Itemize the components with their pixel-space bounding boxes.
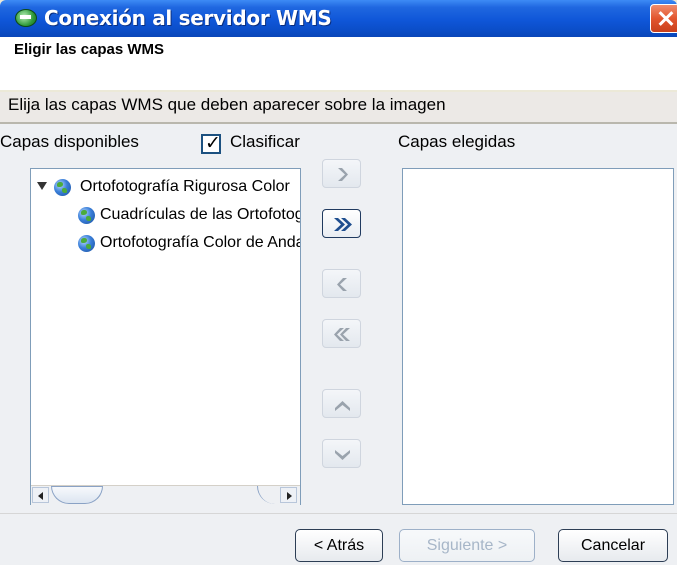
move-down-button[interactable]: [322, 439, 361, 468]
sort-checkbox[interactable]: [201, 132, 221, 154]
horizontal-scrollbar[interactable]: [31, 485, 300, 505]
chevron-up-icon: [335, 401, 350, 411]
wms-connection-dialog: Conexión al servidor WMS Eligir las capa…: [0, 0, 677, 565]
tree-item-label: Ortofotografía Color de Andalucía: [100, 234, 300, 251]
sort-checkbox-label[interactable]: Clasificar: [230, 132, 300, 152]
chevron-right-icon: [338, 168, 348, 181]
junta-andalucia-icon: [15, 9, 37, 27]
globe-icon: [78, 207, 95, 224]
step-title: Eligir las capas WMS: [14, 41, 165, 58]
tree-item-label: Ortofotografía Rigurosa Color: [80, 178, 290, 195]
title-bar[interactable]: Conexión al servidor WMS: [0, 0, 677, 37]
scroll-left-icon[interactable]: [32, 487, 49, 503]
wizard-header: Eligir las capas WMS: [0, 37, 677, 90]
chosen-layers-label: Capas elegidas: [398, 132, 516, 151]
globe-icon: [54, 179, 71, 196]
tree-item[interactable]: Ortofotografía Rigurosa Color: [37, 178, 300, 200]
move-up-button[interactable]: [322, 389, 361, 418]
tree-item[interactable]: Cuadrículas de las Ortofotografías: [37, 206, 300, 228]
footer-separator: [0, 513, 677, 514]
remove-one-button[interactable]: [322, 269, 361, 298]
window-title: Conexión al servidor WMS: [44, 6, 332, 30]
double-chevron-left-icon: [334, 328, 350, 341]
globe-icon: [78, 235, 95, 252]
tree-viewport: Ortofotografía Rigurosa Color Cuadrícula…: [31, 169, 300, 484]
scrollbar-track-end: [257, 486, 278, 504]
remove-all-button[interactable]: [322, 319, 361, 348]
tree-item-label: Cuadrículas de las Ortofotografías: [100, 206, 300, 223]
add-all-button[interactable]: [322, 209, 361, 238]
close-icon[interactable]: [650, 4, 677, 33]
tree-item[interactable]: Ortofotografía Color de Andalucía: [37, 234, 300, 256]
next-button[interactable]: Siguiente >: [399, 529, 535, 562]
chevron-down-icon: [335, 450, 350, 460]
scrollbar-thumb[interactable]: [51, 486, 103, 504]
chevron-left-icon: [337, 278, 347, 291]
available-layers-label: Capas disponibles: [0, 132, 139, 151]
expand-arrow-icon[interactable]: [37, 182, 47, 190]
cancel-button[interactable]: Cancelar: [558, 529, 668, 562]
double-chevron-right-icon: [334, 218, 352, 231]
chosen-layers-list[interactable]: [402, 168, 674, 505]
add-one-button[interactable]: [322, 159, 361, 188]
step-description: Elija las capas WMS que deben aparecer s…: [8, 95, 446, 114]
back-button[interactable]: < Atrás: [295, 529, 383, 562]
available-layers-tree[interactable]: Ortofotografía Rigurosa Color Cuadrícula…: [30, 168, 301, 505]
scroll-right-icon[interactable]: [280, 487, 297, 503]
